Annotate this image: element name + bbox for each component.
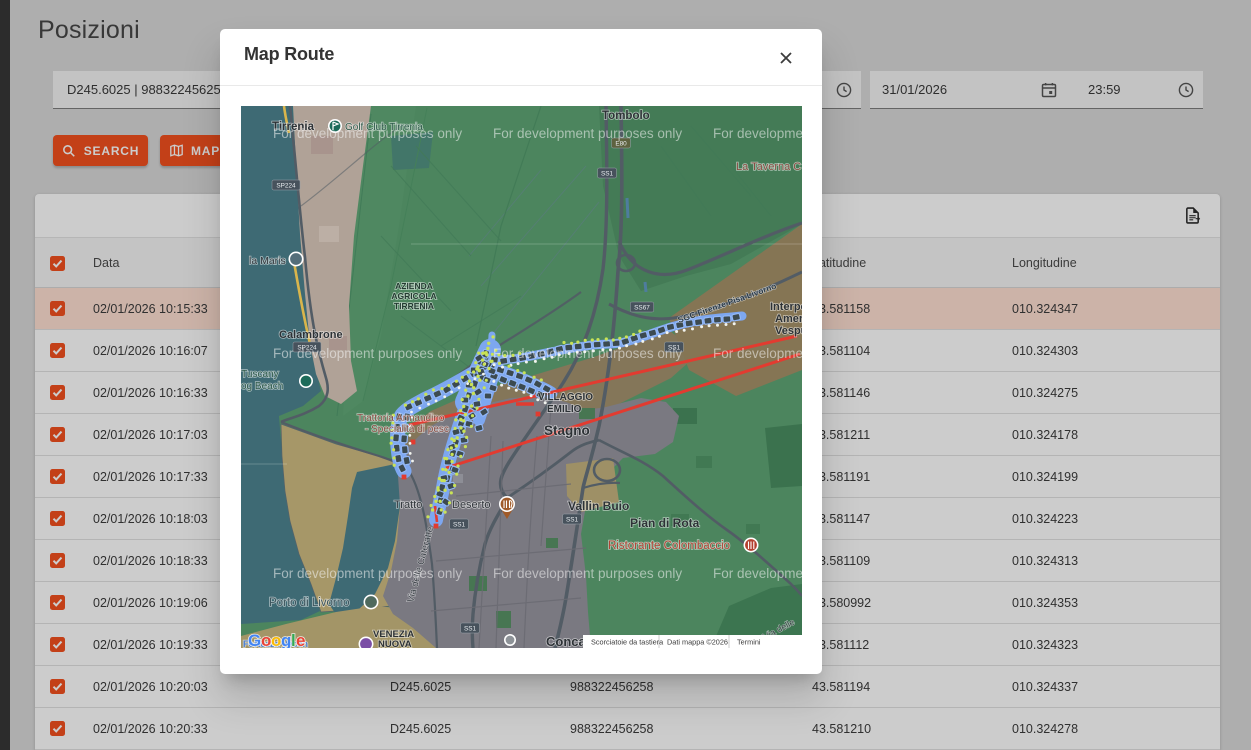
svg-text:For development purposes only: For development purposes only: [713, 126, 802, 141]
svg-text:E80: E80: [615, 141, 627, 148]
svg-text:EMILIO: EMILIO: [547, 404, 582, 415]
svg-text:Stagno: Stagno: [544, 423, 590, 438]
svg-text:For development purposes only: For development purposes only: [273, 346, 462, 361]
svg-text:La Taverna C: La Taverna C: [736, 161, 801, 173]
svg-text:n Tuscany: n Tuscany: [241, 369, 279, 380]
svg-text:Deserto: Deserto: [452, 499, 491, 511]
svg-text:o: o: [271, 631, 281, 648]
svg-text:SS67: SS67: [634, 305, 650, 312]
svg-text:For development purposes only: For development purposes only: [273, 126, 462, 141]
svg-text:g: g: [281, 631, 291, 648]
svg-text:og Beach: og Beach: [241, 381, 283, 392]
svg-text:o: o: [261, 631, 271, 648]
svg-text:Vespucci: Vespucci: [775, 325, 802, 337]
svg-text:NUOVA: NUOVA: [378, 639, 412, 648]
svg-text:la Maris: la Maris: [249, 255, 286, 267]
svg-text:Tombolo: Tombolo: [602, 110, 650, 122]
svg-text:AZIENDA: AZIENDA: [395, 281, 433, 291]
svg-text:Tratto: Tratto: [394, 499, 422, 511]
svg-text:Ristorante Colombaccio: Ristorante Colombaccio: [608, 540, 730, 552]
svg-text:Porto di Livorno: Porto di Livorno: [269, 597, 350, 609]
svg-text:Conca: Conca: [546, 634, 587, 648]
svg-text:VILLAGGIO: VILLAGGIO: [538, 392, 593, 403]
svg-text:For development purposes only: For development purposes only: [713, 566, 802, 581]
svg-text:G: G: [248, 631, 261, 648]
svg-text:Pian di Rota: Pian di Rota: [630, 516, 700, 530]
svg-text:Trattoria Armandino: Trattoria Armandino: [357, 413, 445, 424]
svg-text:TIRRENIA: TIRRENIA: [394, 301, 434, 311]
svg-text:For development purposes only: For development purposes only: [493, 566, 682, 581]
svg-text:SS1: SS1: [566, 517, 579, 524]
svg-text:For development purposes only: For development purposes only: [273, 566, 462, 581]
svg-text:Interporto: Interporto: [770, 301, 802, 313]
svg-text:For development purposes only: For development purposes only: [493, 126, 682, 141]
svg-text:Termini: Termini: [737, 637, 761, 646]
svg-text:AGRICOLA: AGRICOLA: [391, 291, 436, 301]
svg-text:Scorciatoie da tastiera: Scorciatoie da tastiera: [591, 637, 664, 646]
svg-text:For development purposes only: For development purposes only: [493, 346, 682, 361]
svg-text:SS1: SS1: [464, 626, 477, 633]
svg-text:Amerigo: Amerigo: [775, 313, 802, 325]
svg-text:SS1: SS1: [601, 171, 614, 178]
svg-text:SP224: SP224: [276, 183, 296, 190]
svg-text:Vallin Buio: Vallin Buio: [568, 499, 629, 513]
svg-text:- Specialità di pesc: - Specialità di pesc: [365, 424, 449, 435]
svg-text:e: e: [296, 631, 305, 648]
svg-text:Dati mappa ©2026: Dati mappa ©2026: [667, 637, 728, 646]
svg-text:For development purposes only: For development purposes only: [713, 346, 802, 361]
svg-text:Calambrone: Calambrone: [279, 329, 343, 341]
svg-text:SS1: SS1: [453, 522, 466, 529]
